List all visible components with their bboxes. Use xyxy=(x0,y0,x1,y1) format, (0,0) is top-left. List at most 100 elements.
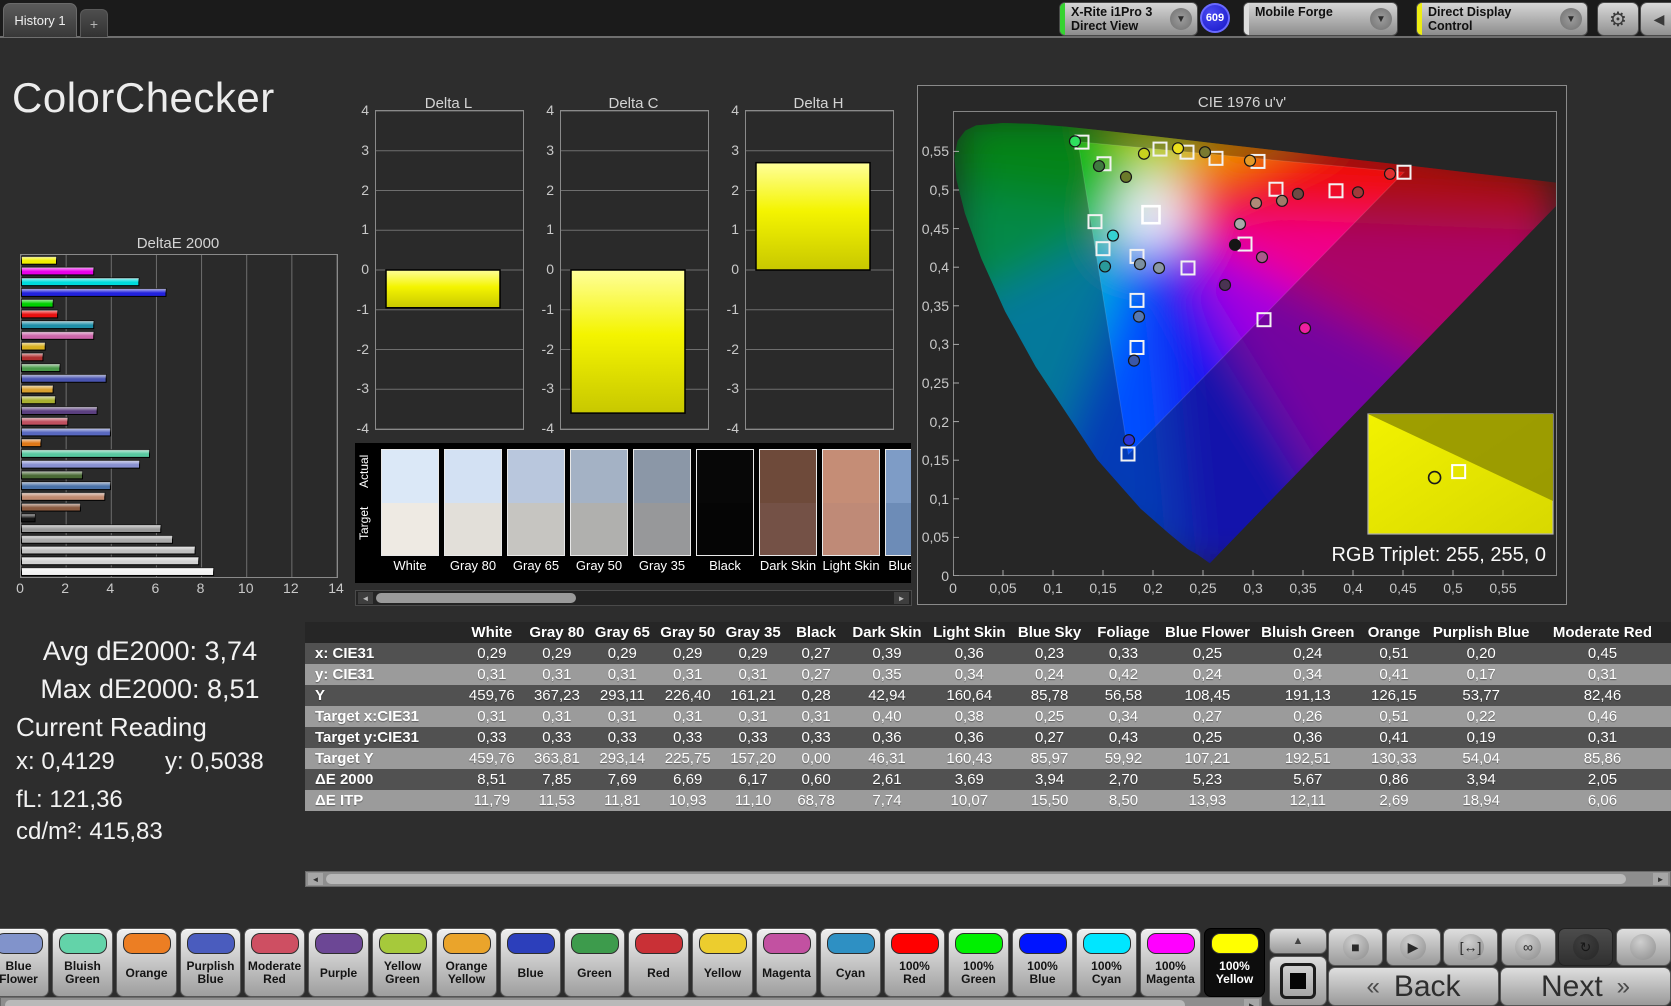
stop-button[interactable]: ■ xyxy=(1328,928,1383,966)
deltae-bar xyxy=(21,266,95,276)
tab-history-1[interactable]: History 1 xyxy=(3,3,77,37)
pattern-button-orange-yellow[interactable]: Orange Yellow xyxy=(436,928,497,997)
table-row: y: CIE31 0,31 0,31 0,31 0,31 0,31 0,27 0,35 0,34… xyxy=(305,664,1671,685)
next-button[interactable]: Next » xyxy=(1500,967,1671,1006)
pattern-button-100-yellow[interactable]: 100% Yellow xyxy=(1204,928,1265,997)
max-de2000: Max dE2000: 8,51 xyxy=(40,674,260,704)
table-cell: 0,41 xyxy=(1359,664,1429,685)
pattern-button-red[interactable]: Red xyxy=(628,928,689,997)
meter-dropdown[interactable]: X-Rite i1Pro 3 Direct View ▼ xyxy=(1059,2,1198,36)
play-button[interactable]: ▶ xyxy=(1385,928,1441,966)
pattern-button-100-cyan[interactable]: 100% Cyan xyxy=(1076,928,1137,997)
table-cell: 363,81 xyxy=(524,748,590,769)
swatch-scroll-thumb[interactable] xyxy=(376,593,576,603)
delta_l-chart xyxy=(375,110,524,430)
delta_l-y-tick-label: 3 xyxy=(361,141,369,158)
back-button[interactable]: « Back xyxy=(1328,967,1499,1006)
swatch-target xyxy=(382,502,438,555)
deltae-bar xyxy=(21,256,57,265)
pattern-button-orange[interactable]: Orange xyxy=(116,928,177,997)
table-cell: 0,35 xyxy=(846,664,928,685)
add-tab-button[interactable]: + xyxy=(80,9,108,37)
pattern-color-pill xyxy=(634,933,683,954)
table-row-label: Target Y xyxy=(305,748,460,769)
source-dropdown[interactable]: Mobile Forge ▼ xyxy=(1243,2,1398,36)
table-cell: 10,07 xyxy=(927,790,1011,811)
pattern-button-bluish-green[interactable]: Bluish Green xyxy=(52,928,113,997)
cie-measured-marker xyxy=(1249,197,1263,210)
cie-x-tick-label: 0,3 xyxy=(1243,580,1263,596)
pattern-button-yellow-green[interactable]: Yellow Green xyxy=(372,928,433,997)
cie-measured-marker xyxy=(1218,278,1232,292)
pattern-list-up-button[interactable]: ▲ xyxy=(1269,928,1327,954)
deltae-bar xyxy=(21,567,215,576)
swatch-target xyxy=(571,502,627,555)
table-cell: 0,31 xyxy=(459,664,525,685)
swatch-target xyxy=(823,502,879,555)
table-row-label: Target x:CIE31 xyxy=(305,706,460,727)
swatch-actual xyxy=(508,450,564,503)
table-scroll-thumb[interactable] xyxy=(326,874,1626,884)
pattern-button-green[interactable]: Green xyxy=(564,928,625,997)
table-cell: 293,11 xyxy=(589,685,656,706)
delta_l-y-tick-label: 0 xyxy=(361,261,369,277)
cie-measured-marker xyxy=(1351,186,1365,199)
delta_c-chart xyxy=(560,110,709,430)
cie-inset-zoom xyxy=(1367,413,1554,535)
meter-count-badge[interactable]: 609 xyxy=(1200,3,1230,33)
pattern-label: 100% Magenta xyxy=(1146,959,1195,986)
table-cell: 0,51 xyxy=(1359,643,1429,664)
cie-x-tick-label: 0,5 xyxy=(1443,580,1463,596)
loop-button[interactable]: ∞ xyxy=(1500,928,1556,966)
meter-mode: Direct View xyxy=(1071,19,1139,33)
refresh-button[interactable]: ↻ xyxy=(1558,928,1613,966)
swatch-scrollbar[interactable]: ◄ ► xyxy=(355,590,912,606)
pattern-button-blue-flower[interactable]: Blue Flower xyxy=(0,928,49,997)
range-button[interactable]: [↔] xyxy=(1443,928,1498,966)
pattern-button-yellow[interactable]: Yellow xyxy=(692,928,753,997)
pattern-button-purplish-blue[interactable]: Purplish Blue xyxy=(180,928,241,997)
pattern-scrollbar[interactable]: ► xyxy=(0,997,1262,1006)
cie-measured-marker xyxy=(1132,310,1146,323)
scroll-right-icon[interactable]: ► xyxy=(894,592,909,604)
pattern-button-100-red[interactable]: 100% Red xyxy=(884,928,945,997)
delta_l-y-tick-label: 2 xyxy=(361,181,369,198)
table-cell: 0,38 xyxy=(927,706,1011,727)
pattern-button-moderate-red[interactable]: Moderate Red xyxy=(244,928,305,997)
deltae-chart-title: DeltaE 2000 xyxy=(136,235,220,252)
table-cell: 0,34 xyxy=(1088,706,1159,727)
pattern-button-blue[interactable]: Blue xyxy=(500,928,561,997)
pattern-button-purple[interactable]: Purple xyxy=(308,928,369,997)
pattern-button-magenta[interactable]: Magenta xyxy=(756,928,817,997)
scroll-left-icon[interactable]: ◄ xyxy=(308,873,323,885)
target-row-label: Target xyxy=(357,506,371,540)
deltae-x-tick-label: 0 xyxy=(16,580,24,596)
display-dropdown[interactable]: Direct Display Control ▼ xyxy=(1416,2,1588,36)
table-cell: 8,50 xyxy=(1088,790,1159,811)
pattern-button-100-magenta[interactable]: 100% Magenta xyxy=(1140,928,1201,997)
swatch-target xyxy=(886,502,911,555)
table-row-label: ΔE ITP xyxy=(305,790,460,811)
pattern-window-button[interactable] xyxy=(1269,956,1327,1006)
scroll-right-icon[interactable]: ► xyxy=(1244,999,1259,1006)
table-cell: 0,33 xyxy=(1088,643,1159,664)
pattern-scroll-thumb[interactable] xyxy=(5,1000,1185,1006)
settings-button[interactable]: ⚙ xyxy=(1597,2,1639,36)
table-cell: 68,78 xyxy=(785,790,847,811)
scroll-left-icon[interactable]: ◄ xyxy=(358,592,373,604)
table-cell: 0,41 xyxy=(1359,727,1429,748)
pattern-color-pill xyxy=(314,933,363,954)
pattern-button-100-green[interactable]: 100% Green xyxy=(948,928,1009,997)
cie-x-tick-label: 0,55 xyxy=(1489,580,1517,596)
extra-button[interactable] xyxy=(1615,928,1671,966)
table-scrollbar[interactable]: ◄ ► xyxy=(305,871,1671,887)
table-cell: 10,93 xyxy=(655,790,721,811)
pattern-color-pill xyxy=(570,933,619,954)
pattern-button-cyan[interactable]: Cyan xyxy=(820,928,881,997)
table-cell: 2,05 xyxy=(1533,769,1671,790)
pattern-button-100-blue[interactable]: 100% Blue xyxy=(1012,928,1073,997)
table-cell: 0,29 xyxy=(655,643,721,664)
table-cell: 42,94 xyxy=(846,685,928,706)
scroll-right-icon[interactable]: ► xyxy=(1653,873,1668,885)
collapse-panel-button[interactable]: ◀ xyxy=(1640,2,1671,36)
